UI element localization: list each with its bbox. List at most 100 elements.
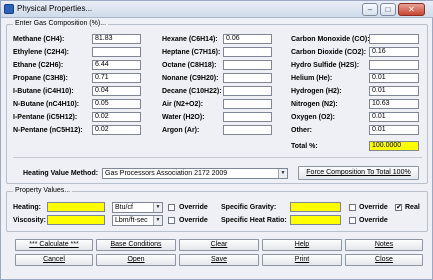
heating-method-select[interactable]: Gas Processors Association 2172 2009 ▼ bbox=[102, 168, 288, 179]
nitrogen-field[interactable]: 10.63 bbox=[369, 99, 419, 109]
carbon-monoxide-field[interactable] bbox=[369, 34, 419, 44]
gas-composition-group-title: Enter Gas Composition (%)... bbox=[13, 20, 109, 27]
heating-method-value: Gas Processors Association 2172 2009 bbox=[105, 170, 228, 177]
n-butane-field[interactable]: 0.05 bbox=[92, 99, 141, 109]
chevron-down-icon[interactable]: ▼ bbox=[278, 169, 287, 178]
component-label: Water (H2O): bbox=[162, 114, 205, 121]
component-label: Nitrogen (N2): bbox=[291, 101, 338, 108]
force-total-button[interactable]: Force Composition To Total 100% bbox=[298, 166, 419, 180]
propane-field[interactable]: 0.71 bbox=[92, 73, 141, 83]
component-label: Argon (Ar): bbox=[162, 127, 200, 134]
helium-field[interactable]: 0.01 bbox=[369, 73, 419, 83]
component-label: Hydro Sulfide (H2S): bbox=[291, 62, 360, 69]
real-checkbox[interactable]: ✔ bbox=[395, 204, 402, 211]
heating-method-label: Heating Value Method: bbox=[23, 170, 99, 177]
specific-gravity-label: Specific Gravity: bbox=[221, 204, 277, 211]
chevron-down-icon[interactable]: ▼ bbox=[153, 216, 162, 225]
component-label: Heptane (C7H16): bbox=[162, 49, 221, 56]
heating-field[interactable] bbox=[47, 202, 105, 212]
override-label: Override bbox=[179, 217, 208, 224]
viscosity-override-checkbox[interactable] bbox=[168, 217, 175, 224]
ethylene-field[interactable] bbox=[92, 47, 141, 57]
app-icon bbox=[4, 4, 14, 14]
other-field[interactable]: 0.01 bbox=[369, 125, 419, 135]
override-label: Override bbox=[359, 217, 388, 224]
hydrogen-field[interactable]: 0.01 bbox=[369, 86, 419, 96]
carbon-dioxide-field[interactable]: 0.16 bbox=[369, 47, 419, 57]
minimize-icon: – bbox=[367, 5, 373, 14]
water-field[interactable] bbox=[223, 112, 272, 122]
component-label: Ethylene (C2H4): bbox=[13, 49, 70, 56]
notes-button[interactable]: Notes bbox=[345, 239, 423, 251]
total-field: 100.0000 bbox=[369, 141, 419, 151]
chevron-down-icon[interactable]: ▼ bbox=[153, 203, 162, 212]
air-field[interactable] bbox=[223, 99, 272, 109]
nonane-field[interactable] bbox=[223, 73, 272, 83]
component-label: Propane (C3H8): bbox=[13, 75, 68, 82]
component-label: I-Pentane (iC5H12): bbox=[13, 114, 78, 121]
viscosity-label: Viscosity: bbox=[13, 217, 46, 224]
oxygen-field[interactable]: 0.01 bbox=[369, 112, 419, 122]
i-butane-field[interactable]: 0.04 bbox=[92, 86, 141, 96]
heating-label: Heating: bbox=[13, 204, 41, 211]
minimize-button[interactable]: – bbox=[362, 3, 378, 16]
close-button[interactable]: Close bbox=[345, 254, 423, 266]
component-label: Hydrogen (H2): bbox=[291, 88, 342, 95]
component-label: Octane (C8H18): bbox=[162, 62, 217, 69]
i-pentane-field[interactable]: 0.02 bbox=[92, 112, 141, 122]
real-label: Real bbox=[405, 204, 420, 211]
maximize-icon: □ bbox=[385, 5, 391, 14]
close-icon: ✕ bbox=[408, 5, 415, 14]
component-label: Methane (CH4): bbox=[13, 36, 65, 43]
component-label: Decane (C10H22): bbox=[162, 88, 222, 95]
component-label: Nonane (C9H20): bbox=[162, 75, 219, 82]
total-label: Total %: bbox=[291, 143, 318, 150]
heating-unit-select[interactable]: Btu/cf ▼ bbox=[112, 202, 163, 213]
component-label: Hexane (C6H14): bbox=[162, 36, 218, 43]
cancel-button[interactable]: Cancel bbox=[15, 254, 93, 266]
decane-field[interactable] bbox=[223, 86, 272, 96]
override-label: Override bbox=[179, 204, 208, 211]
component-label: I-Butane (iC4H10): bbox=[13, 88, 74, 95]
viscosity-field[interactable] bbox=[47, 215, 105, 225]
component-label: N-Pentane (nC5H12): bbox=[13, 127, 83, 134]
specific-heat-ratio-label: Specific Heat Ratio: bbox=[221, 217, 287, 224]
open-button[interactable]: Open bbox=[96, 254, 176, 266]
component-label: Air (N2+O2): bbox=[162, 101, 204, 108]
close-window-button[interactable]: ✕ bbox=[398, 3, 425, 16]
title-bar[interactable]: Physical Properties... – □ ✕ bbox=[1, 1, 433, 18]
physical-properties-window: Physical Properties... – □ ✕ Enter Gas C… bbox=[0, 0, 433, 280]
viscosity-unit-select[interactable]: Lbm/ft-sec ▼ bbox=[112, 215, 163, 226]
override-label: Override bbox=[359, 204, 388, 211]
component-label: Carbon Monoxide (CO): bbox=[291, 36, 370, 43]
argon-field[interactable] bbox=[223, 125, 272, 135]
component-label: Other: bbox=[291, 127, 312, 134]
specific-heat-ratio-field[interactable] bbox=[290, 215, 341, 225]
separator bbox=[13, 157, 422, 158]
heptane-field[interactable] bbox=[223, 47, 272, 57]
base-conditions-button[interactable]: Base Conditions bbox=[96, 239, 176, 251]
octane-field[interactable] bbox=[223, 60, 272, 70]
save-button[interactable]: Save bbox=[179, 254, 259, 266]
ethane-field[interactable]: 6.44 bbox=[92, 60, 141, 70]
hexane-field[interactable]: 0.06 bbox=[223, 34, 272, 44]
component-label: Oxygen (O2): bbox=[291, 114, 335, 121]
help-button[interactable]: Help bbox=[262, 239, 342, 251]
maximize-button[interactable]: □ bbox=[380, 3, 396, 16]
component-label: Carbon Dioxide (CO2): bbox=[291, 49, 367, 56]
property-values-group-title: Property Values... bbox=[13, 187, 73, 194]
print-button[interactable]: Print bbox=[262, 254, 342, 266]
methane-field[interactable]: 81.83 bbox=[92, 34, 141, 44]
window-title: Physical Properties... bbox=[17, 4, 93, 13]
component-label: Helium (He): bbox=[291, 75, 333, 82]
n-pentane-field[interactable]: 0.02 bbox=[92, 125, 141, 135]
component-label: N-Butane (nC4H10): bbox=[13, 101, 80, 108]
specific-gravity-override-checkbox[interactable] bbox=[349, 204, 356, 211]
hydrogen-sulfide-field[interactable] bbox=[369, 60, 419, 70]
specific-heat-ratio-override-checkbox[interactable] bbox=[349, 217, 356, 224]
specific-gravity-field[interactable] bbox=[290, 202, 341, 212]
component-label: Ethane (C2H6): bbox=[13, 62, 64, 69]
heating-override-checkbox[interactable] bbox=[168, 204, 175, 211]
calculate-button[interactable]: *** Calculate *** bbox=[15, 239, 93, 251]
clear-button[interactable]: Clear bbox=[179, 239, 259, 251]
